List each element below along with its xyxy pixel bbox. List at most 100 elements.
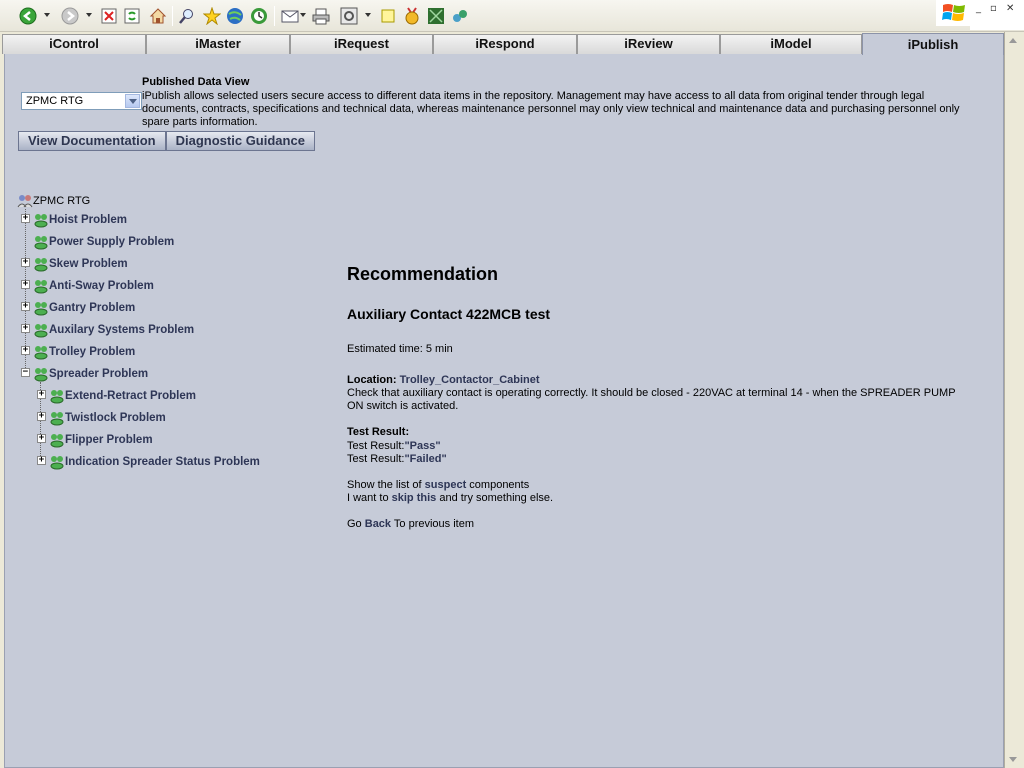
tab-irequest[interactable]: iRequest bbox=[290, 34, 433, 54]
expand-icon[interactable]: + bbox=[21, 280, 30, 289]
chevron-down-icon[interactable] bbox=[125, 94, 140, 108]
test-result-pass-row: Test Result:"Pass" bbox=[347, 440, 441, 452]
problem-node-icon bbox=[33, 344, 49, 360]
test-result-prefix: Test Result: bbox=[347, 440, 405, 452]
view-buttons: View Documentation Diagnostic Guidance bbox=[18, 131, 315, 151]
problem-node-icon bbox=[33, 212, 49, 228]
diagnostic-guidance-button[interactable]: Diagnostic Guidance bbox=[165, 131, 315, 151]
home-icon[interactable] bbox=[148, 6, 168, 26]
recommendation-heading: Recommendation bbox=[347, 264, 499, 284]
back-dropdown-icon[interactable] bbox=[44, 13, 50, 17]
collapse-icon[interactable]: − bbox=[21, 368, 30, 377]
tree-item-gantry[interactable]: + Gantry Problem bbox=[21, 299, 136, 317]
tree-item-flipper[interactable]: + Flipper Problem bbox=[37, 431, 153, 449]
tree-item-extend-retract[interactable]: + Extend-Retract Problem bbox=[37, 387, 197, 405]
discuss-icon[interactable] bbox=[378, 6, 398, 26]
scrollbar[interactable] bbox=[1004, 32, 1024, 768]
media-icon[interactable] bbox=[225, 6, 245, 26]
expand-icon[interactable]: + bbox=[37, 456, 46, 465]
tree-item-anti-sway[interactable]: + Anti-Sway Problem bbox=[21, 277, 154, 295]
tree-item-skew[interactable]: + Skew Problem bbox=[21, 255, 128, 273]
problem-node-icon bbox=[33, 322, 49, 338]
tab-imaster[interactable]: iMaster bbox=[146, 34, 290, 54]
show-list-suffix: components bbox=[469, 479, 530, 491]
tree-root-label: ZPMC RTG bbox=[33, 195, 91, 207]
history-icon[interactable] bbox=[249, 6, 269, 26]
test-result-pass-link[interactable]: "Pass" bbox=[404, 440, 440, 452]
expand-icon[interactable]: + bbox=[21, 302, 30, 311]
window-controls: _ ▫ ✕ bbox=[970, 0, 1024, 30]
test-result-failed-link[interactable]: "Failed" bbox=[404, 453, 446, 465]
close-icon[interactable]: ✕ bbox=[1006, 3, 1014, 14]
mail-dropdown-icon[interactable] bbox=[300, 13, 306, 17]
tree-item-trolley[interactable]: + Trolley Problem bbox=[21, 343, 136, 361]
problem-node-icon bbox=[49, 454, 65, 470]
view-documentation-button[interactable]: View Documentation bbox=[18, 131, 166, 151]
problem-node-icon bbox=[33, 256, 49, 272]
tree-item-label: Gantry Problem bbox=[49, 302, 136, 314]
expand-icon[interactable]: + bbox=[37, 412, 46, 421]
module-tabs: iControl iMaster iRequest iRespond iRevi… bbox=[0, 32, 1024, 55]
back-link[interactable]: Back bbox=[365, 518, 391, 530]
expand-icon[interactable]: + bbox=[21, 214, 30, 223]
skip-prefix: I want to bbox=[347, 492, 389, 504]
skip-this-link[interactable]: skip this bbox=[392, 492, 437, 504]
tree-item-twistlock[interactable]: + Twistlock Problem bbox=[37, 409, 166, 427]
tab-ireview[interactable]: iReview bbox=[577, 34, 720, 54]
skip-row: I want to skip this and try something el… bbox=[347, 492, 553, 504]
tree-item-label: Extend-Retract Problem bbox=[65, 390, 197, 402]
location-link[interactable]: Trolley_Contactor_Cabinet bbox=[400, 374, 540, 386]
tree-item-label: Trolley Problem bbox=[49, 346, 136, 358]
search-icon[interactable] bbox=[177, 6, 197, 26]
go-back-row: Go Back To previous item bbox=[347, 518, 474, 530]
tab-icontrol[interactable]: iControl bbox=[2, 34, 146, 54]
print-icon[interactable] bbox=[311, 6, 331, 26]
edit-dropdown-icon[interactable] bbox=[365, 13, 371, 17]
research-icon[interactable] bbox=[426, 6, 446, 26]
location-label: Location: bbox=[347, 374, 397, 386]
tree-item-indication-spreader-status[interactable]: + Indication Spreader Status Problem bbox=[37, 453, 260, 471]
back-icon[interactable] bbox=[18, 6, 38, 26]
expand-icon[interactable]: + bbox=[21, 346, 30, 355]
mail-icon[interactable] bbox=[280, 6, 300, 26]
suspect-link[interactable]: suspect bbox=[425, 479, 467, 491]
expand-icon[interactable]: + bbox=[37, 390, 46, 399]
edit-icon[interactable] bbox=[339, 6, 359, 26]
tree-item-label: Indication Spreader Status Problem bbox=[65, 456, 260, 468]
tree-item-label: Anti-Sway Problem bbox=[49, 280, 154, 292]
tree-item-label: Power Supply Problem bbox=[49, 236, 175, 248]
users-icon bbox=[17, 193, 33, 209]
tab-ipublish[interactable]: iPublish bbox=[862, 33, 1004, 55]
tree-item-hoist[interactable]: + Hoist Problem bbox=[21, 211, 127, 229]
page-description: iPublish allows selected users secure ac… bbox=[142, 90, 960, 128]
refresh-icon[interactable] bbox=[122, 6, 142, 26]
forward-dropdown-icon[interactable] bbox=[86, 13, 92, 17]
show-suspect-row: Show the list of suspect components bbox=[347, 479, 529, 491]
windows-logo-icon bbox=[936, 0, 972, 26]
expand-icon[interactable]: + bbox=[21, 324, 30, 333]
expand-icon[interactable]: + bbox=[37, 434, 46, 443]
tab-imodel[interactable]: iModel bbox=[720, 34, 862, 54]
messenger-icon[interactable] bbox=[402, 6, 422, 26]
expand-icon[interactable]: + bbox=[21, 258, 30, 267]
tree-item-label: Hoist Problem bbox=[49, 214, 127, 226]
problem-node-icon bbox=[33, 234, 49, 250]
tree-item-label: Twistlock Problem bbox=[65, 412, 166, 424]
minimize-icon[interactable]: _ bbox=[976, 3, 981, 14]
restore-icon[interactable]: ▫ bbox=[990, 3, 997, 14]
tree-root[interactable]: ZPMC RTG bbox=[17, 192, 90, 210]
tab-irespond[interactable]: iRespond bbox=[433, 34, 577, 54]
stop-icon[interactable] bbox=[99, 6, 119, 26]
tree-item-label: Spreader Problem bbox=[49, 368, 149, 380]
equipment-select[interactable]: ZPMC RTG bbox=[21, 92, 142, 110]
main-panel: ZPMC RTG Published Data View iPublish al… bbox=[4, 54, 1004, 768]
tree-item-auxilary-systems[interactable]: + Auxilary Systems Problem bbox=[21, 321, 194, 339]
forward-icon[interactable] bbox=[60, 6, 80, 26]
tree-item-power-supply[interactable]: Power Supply Problem bbox=[33, 233, 174, 251]
equipment-select-value: ZPMC RTG bbox=[26, 95, 84, 107]
tools-icon[interactable] bbox=[450, 6, 470, 26]
favorites-icon[interactable] bbox=[202, 6, 222, 26]
tree-item-label: Flipper Problem bbox=[65, 434, 153, 446]
tree-item-spreader[interactable]: − Spreader Problem bbox=[21, 365, 149, 383]
tree-item-label: Skew Problem bbox=[49, 258, 128, 270]
